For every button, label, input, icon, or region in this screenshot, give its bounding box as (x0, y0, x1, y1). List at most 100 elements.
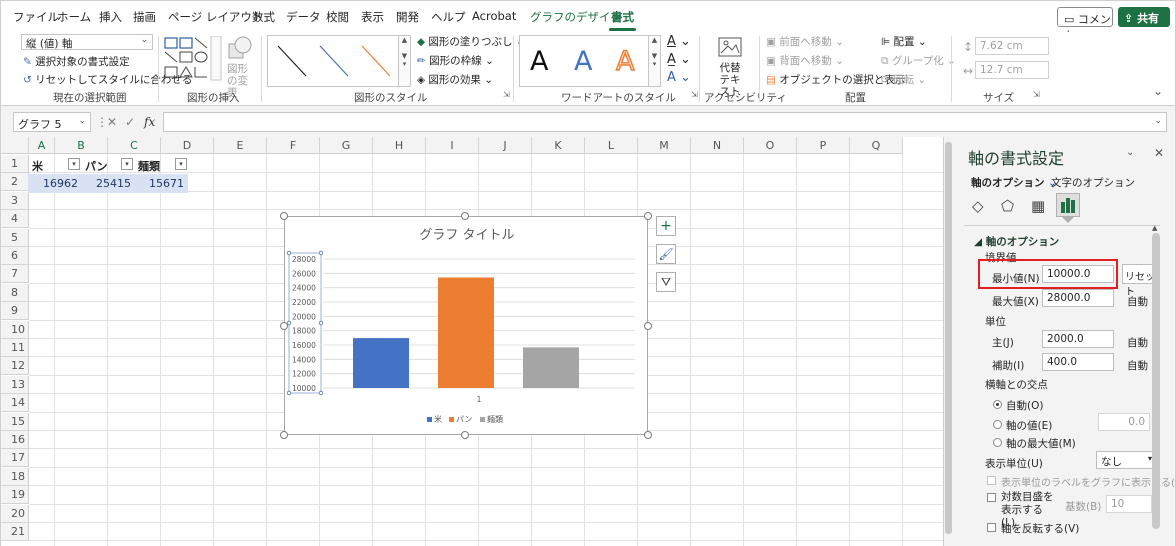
resize-handle[interactable] (644, 212, 652, 220)
row-header-4[interactable]: 4 (1, 210, 29, 229)
value-cell-noodles[interactable]: 15671 (135, 175, 188, 192)
comment-button[interactable]: ▭ コメント (1057, 7, 1113, 42)
tab-developer[interactable]: 開発 (396, 9, 419, 25)
pane-options-icon[interactable]: ⌄ (1126, 147, 1134, 158)
display-units-select[interactable]: なし ▾ (1096, 451, 1156, 469)
grid-vertical-scrollbar[interactable] (945, 142, 952, 534)
chart-styles-button[interactable]: 🖌 (656, 244, 676, 264)
dialog-launcher-icon[interactable]: ⇲ (503, 90, 510, 99)
axis-options-icon[interactable] (1056, 193, 1080, 217)
max-input[interactable]: 28000.0 (1042, 289, 1114, 307)
column-header-g[interactable]: G (320, 137, 373, 154)
row-header-17[interactable]: 17 (1, 449, 29, 468)
column-header-e[interactable]: E (214, 137, 267, 154)
row-header-15[interactable]: 15 (1, 412, 29, 431)
shape-fill-button[interactable]: ◆ 図形の塗りつぶし ⌄ (417, 34, 525, 49)
send-backward-button[interactable]: ▣ 背面へ移動 ⌄ (766, 53, 844, 68)
tab-axis-options[interactable]: 軸のオプション ⌄ (971, 175, 1057, 190)
pane-scrollbar[interactable] (1152, 233, 1160, 529)
text-outline-button[interactable]: A̲ ⌄ (667, 52, 691, 67)
tab-help[interactable]: ヘルプ (431, 9, 466, 25)
y-tick-label[interactable]: 14000 (292, 355, 316, 364)
size-properties-icon[interactable]: ▦ (1031, 197, 1045, 215)
chart-elements-button[interactable]: + (656, 216, 676, 236)
column-header-c[interactable]: C (108, 137, 161, 154)
text-fill-button[interactable]: A ⌄ (667, 34, 691, 49)
column-header-m[interactable]: M (638, 137, 691, 154)
row-header-19[interactable]: 19 (1, 486, 29, 505)
log-scale-checkbox[interactable] (987, 493, 996, 502)
cancel-icon[interactable]: ✕ (107, 115, 117, 129)
column-header-l[interactable]: L (585, 137, 638, 154)
enter-icon[interactable]: ✓ (125, 115, 135, 129)
major-input[interactable]: 2000.0 (1042, 330, 1114, 348)
dialog-launcher-icon[interactable]: ⇲ (691, 90, 698, 99)
resize-handle[interactable] (280, 431, 288, 439)
tab-home[interactable]: ホーム (57, 9, 91, 25)
y-tick-label[interactable]: 20000 (292, 312, 316, 321)
row-header-2[interactable]: 2 (1, 173, 29, 192)
tab-insert[interactable]: 挿入 (99, 9, 122, 25)
bar-chart[interactable]: グラフ タイトル 28000 26000 24000 22000 20000 18000 16… (285, 217, 649, 436)
row-header-5[interactable]: 5 (1, 228, 29, 247)
selection-dropdown[interactable]: 縦 (値) 軸 ⌄ (21, 34, 153, 50)
tab-file[interactable]: ファイル (13, 9, 59, 25)
row-header-18[interactable]: 18 (1, 467, 29, 486)
axis-selection-handle[interactable] (318, 320, 324, 326)
column-header-b[interactable]: B (55, 137, 108, 154)
column-header-f[interactable]: F (267, 137, 320, 154)
group-button[interactable]: ⧉ グループ化 ⌄ (881, 53, 956, 68)
legend-swatch-1[interactable] (427, 417, 432, 422)
value-cell-rice[interactable]: 16962 (28, 175, 82, 192)
axis-selection-handle[interactable] (318, 390, 324, 396)
bar-1[interactable] (353, 338, 409, 388)
y-tick-label[interactable]: 16000 (292, 341, 316, 350)
insert-function-button[interactable]: fx (144, 115, 155, 129)
chevron-down-icon[interactable]: ⌄ (78, 116, 86, 126)
row-header-3[interactable]: 3 (1, 191, 29, 210)
shape-effects-button[interactable]: ◈ 図形の効果 ⌄ (417, 72, 493, 87)
cross-value-label[interactable]: 軸の値(E) (1006, 418, 1052, 433)
bar-2[interactable] (438, 277, 494, 388)
cross-auto-radio[interactable] (993, 400, 1002, 409)
tab-format[interactable]: 書式 (609, 9, 636, 31)
close-icon[interactable]: ✕ (1154, 146, 1164, 160)
cross-max-radio[interactable] (993, 438, 1002, 447)
resize-handle[interactable] (461, 431, 469, 439)
value-cell-bread[interactable]: 25415 (82, 175, 135, 192)
row-header-13[interactable]: 13 (1, 375, 29, 394)
wordart-style-blue[interactable]: A (574, 46, 592, 77)
column-header-i[interactable]: I (426, 137, 479, 154)
y-tick-label[interactable]: 28000 (292, 255, 316, 264)
resize-handle[interactable] (280, 322, 288, 330)
share-button[interactable]: ⇪ 共有 (1118, 7, 1170, 27)
wordart-style-black[interactable]: A (530, 46, 548, 77)
column-header-h[interactable]: H (373, 137, 426, 154)
tab-review[interactable]: 校閲 (326, 9, 349, 25)
y-tick-label[interactable]: 24000 (292, 284, 316, 293)
y-tick-label[interactable]: 10000 (292, 384, 316, 393)
column-header-p[interactable]: P (797, 137, 850, 154)
legend-label-1[interactable]: 米 (434, 414, 442, 424)
column-header-n[interactable]: N (691, 137, 744, 154)
reverse-axis-checkbox[interactable] (987, 523, 996, 532)
y-tick-label[interactable]: 22000 (292, 298, 316, 307)
select-all-corner[interactable] (1, 137, 29, 154)
row-header-20[interactable]: 20 (1, 504, 29, 523)
axis-selection-handle[interactable] (286, 250, 292, 256)
tab-data[interactable]: データ (286, 9, 321, 25)
scroll-up-icon[interactable]: ▲ (1152, 224, 1157, 232)
tab-formulas[interactable]: 数式 (252, 9, 275, 25)
resize-handle[interactable] (461, 212, 469, 220)
x-tick-label[interactable]: 1 (477, 395, 482, 404)
legend-label-3[interactable]: 麺類 (487, 414, 503, 424)
y-tick-label[interactable]: 12000 (292, 370, 316, 379)
axis-selection-handle[interactable] (318, 250, 324, 256)
column-header-j[interactable]: J (479, 137, 532, 154)
rotate-button[interactable]: ⟳ 回転 ⌄ (881, 72, 926, 87)
gallery-scroll[interactable]: ▲ ▼ ▾ (648, 36, 660, 86)
shape-outline-button[interactable]: ✏ 図形の枠線 ⌄ (417, 53, 494, 68)
chart-area[interactable]: グラフ タイトル 28000 26000 24000 22000 20000 18000 16… (284, 216, 648, 435)
row-header-10[interactable]: 10 (1, 320, 29, 339)
width-input[interactable]: 12.7 cm (975, 61, 1049, 79)
